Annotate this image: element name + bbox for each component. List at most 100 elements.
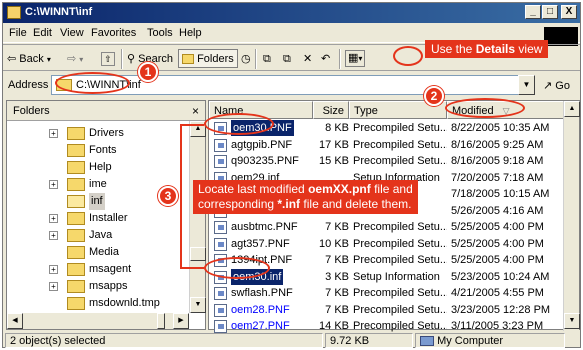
folder-icon [67, 161, 85, 174]
menu-help[interactable]: Help [179, 27, 202, 39]
file-row[interactable]: q903235.PNF 15 KB Precompiled Setu... 8/16/… [209, 153, 565, 169]
file-modified: 5/25/2005 4:00 PM [451, 237, 544, 250]
menu-edit[interactable]: Edit [33, 27, 52, 39]
folder-icon [67, 229, 85, 242]
tree-item-label: inf [89, 193, 105, 210]
file-row[interactable]: swflash.PNF 7 KB Precompiled Setu... 4/21/2… [209, 285, 565, 301]
scroll-down-button[interactable]: ▼ [564, 313, 580, 329]
details-view-callout: Use the Details view [425, 40, 549, 58]
views-button-highlight [393, 46, 423, 66]
folder-icon [67, 178, 85, 191]
toolbar-separator [339, 49, 341, 69]
callout-line-1: Locate last modified oemXX.pnf file and [198, 182, 413, 197]
expand-icon[interactable]: + [49, 180, 58, 189]
go-label: Go [555, 80, 570, 92]
my-computer-icon [420, 336, 434, 347]
file-row[interactable]: oem28.PNF 7 KB Precompiled Setu... 3/23/200… [209, 302, 565, 318]
callout-text: file and delete them. [300, 197, 412, 211]
file-size: 7 KB [325, 221, 349, 233]
tree-item-label: msdownld.tmp [89, 297, 160, 309]
folders-label: Folders [197, 53, 234, 65]
step-2-marker: 2 [424, 86, 444, 106]
file-size: 7 KB [325, 254, 349, 266]
scroll-left-button[interactable]: ◀ [7, 313, 23, 329]
back-button[interactable]: ⇦ Back ▾ [7, 50, 51, 68]
step-3-marker: 3 [158, 186, 178, 206]
file-modified: 5/26/2005 4:16 AM [451, 204, 544, 217]
tree-item-label: msapps [89, 280, 128, 292]
file-modified: 5/23/2005 10:24 AM [451, 270, 550, 283]
scroll-right-button[interactable]: ▶ [173, 313, 189, 329]
scroll-up-button[interactable]: ▲ [564, 101, 580, 117]
callout-bold-text: oemXX.pnf [308, 182, 371, 196]
callout-bold-text: *.inf [277, 197, 301, 211]
tree-item-label: ime [89, 178, 107, 190]
copy-to-button[interactable]: ⧉ [283, 50, 291, 68]
file-modified: 7/18/2005 10:15 AM [451, 188, 550, 200]
up-folder-button[interactable]: ⇧ [101, 52, 115, 66]
file-name: q903235.PNF [231, 155, 299, 167]
status-bar: 2 object(s) selected 9.72 KB My Computer [3, 332, 580, 349]
expand-icon[interactable]: + [49, 282, 58, 291]
file-modified: 3/23/2005 12:28 PM [451, 303, 551, 316]
scroll-thumb[interactable] [157, 313, 165, 329]
move-to-button[interactable]: ⧉ [263, 50, 271, 68]
toolbar-separator [121, 49, 123, 69]
expand-icon[interactable]: + [49, 214, 58, 223]
title-bar[interactable]: C:\WINNT\inf _ □ X [3, 3, 580, 23]
folders-pane-header: Folders × [7, 101, 205, 121]
file-name: ausbtmc.PNF [231, 221, 298, 233]
close-pane-button[interactable]: × [192, 104, 199, 118]
history-button[interactable]: ◷ [241, 50, 251, 68]
folders-pane: Folders × + Drivers Fonts Help + ime inf… [6, 100, 206, 330]
close-button[interactable]: X [561, 5, 577, 19]
file-icon [214, 287, 227, 300]
column-size-header[interactable]: Size [313, 101, 349, 119]
address-highlight [55, 72, 130, 94]
views-button[interactable]: ▦▾ [345, 50, 366, 67]
tree-item-label: msagent [89, 263, 132, 275]
open-folder-icon [67, 195, 85, 208]
file-size: 7 KB [325, 287, 349, 299]
menu-tools[interactable]: Tools [147, 27, 173, 39]
file-size: 10 KB [319, 237, 349, 250]
tree-item-label: Installer [89, 212, 128, 224]
file-name: agt357.PNF [231, 237, 290, 250]
address-dropdown-button[interactable]: ▼ [518, 75, 535, 95]
file-icon [214, 138, 227, 152]
search-icon: ⚲ [127, 53, 136, 65]
oem30-pnf-highlight [204, 113, 274, 135]
expand-icon[interactable]: + [49, 129, 58, 138]
file-modified: 5/25/2005 4:00 PM [451, 221, 544, 233]
forward-button[interactable]: ⇨ ▾ [67, 50, 83, 68]
file-row[interactable]: agtgpib.PNF 17 KB Precompiled Setu... 8/16/… [209, 137, 565, 153]
menu-file[interactable]: File [9, 27, 27, 39]
file-icon [214, 303, 227, 317]
folders-horizontal-scrollbar[interactable]: ◀ ▶ [7, 313, 189, 329]
file-row[interactable]: agt357.PNF 10 KB Precompiled Setu... 5/25/2… [209, 236, 565, 252]
file-type: Precompiled Setu... [353, 287, 447, 299]
file-size: 8 KB [325, 122, 349, 134]
back-label: Back [19, 53, 44, 65]
minimize-button[interactable]: _ [525, 5, 541, 19]
file-type: Setup Information [353, 270, 440, 283]
folder-icon [67, 280, 85, 293]
window-title: C:\WINNT\inf [25, 6, 93, 18]
callout-text: corresponding [198, 197, 278, 211]
undo-button[interactable]: ↶ [321, 50, 330, 68]
menu-favorites[interactable]: Favorites [91, 27, 136, 39]
go-button[interactable]: ↗ Go [543, 79, 570, 92]
menu-view[interactable]: View [60, 27, 84, 39]
folders-button[interactable]: Folders [178, 49, 238, 68]
step-1-marker: 1 [138, 62, 158, 82]
scroll-down-button[interactable]: ▼ [190, 297, 206, 313]
callout-bold-text: Details [475, 42, 516, 56]
files-vertical-scrollbar[interactable]: ▲ ▼ [563, 101, 580, 331]
delete-button[interactable]: ✕ [303, 50, 312, 68]
file-row[interactable]: ausbtmc.PNF 7 KB Precompiled Setu... 5/25/2… [209, 219, 565, 235]
callout-text: Use the [431, 42, 476, 56]
expand-icon[interactable]: + [49, 231, 58, 240]
expand-icon[interactable]: + [49, 265, 58, 274]
maximize-button[interactable]: □ [542, 5, 558, 19]
status-selection: 2 object(s) selected [5, 333, 323, 348]
